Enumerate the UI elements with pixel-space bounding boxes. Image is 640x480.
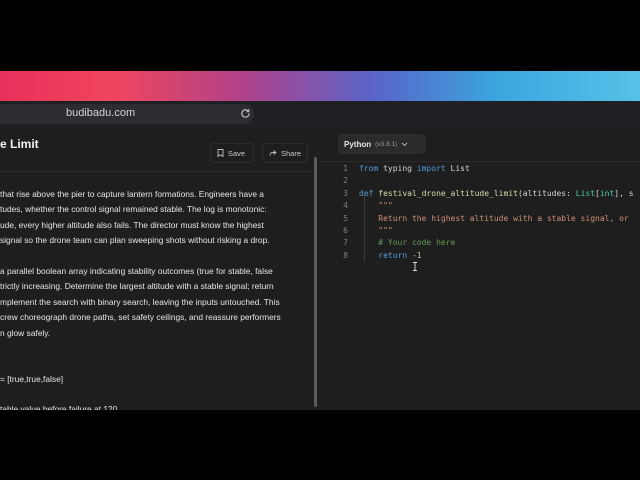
bookmark-icon	[217, 149, 224, 157]
letterbox-bottom	[0, 410, 640, 480]
code-panel: Python (v3.8.1) 1 2 3 4 5 6 7 8 from typ…	[320, 127, 640, 410]
language-version: (v3.8.1)	[375, 140, 398, 148]
keyword: return	[378, 250, 408, 260]
address-bar[interactable]: budibadu.com	[0, 104, 254, 124]
imported-name: List	[445, 164, 470, 173]
description-line: a parallel boolean array indicating stab…	[0, 265, 273, 276]
description-line: that rise above the pier to capture lant…	[0, 189, 264, 199]
desktop-wallpaper	[0, 71, 640, 101]
return-value: -1	[407, 250, 422, 260]
params: (altitudes:	[517, 188, 576, 198]
line-number: 2	[343, 176, 348, 186]
line-number-gutter: 1 2 3 4 5 6 7 8	[320, 163, 348, 262]
save-button[interactable]: Save	[210, 143, 254, 163]
line-number: 4	[343, 201, 348, 211]
header-divider	[0, 171, 312, 172]
module-name: typing	[378, 164, 417, 173]
description-line	[0, 341, 312, 356]
function-name: festival_drone_altitude_limit	[373, 188, 518, 198]
description-scrollbar[interactable]	[314, 157, 317, 407]
editor-toolbar-divider	[320, 161, 640, 162]
keyword: from	[359, 164, 379, 173]
type-name: int	[599, 188, 615, 198]
code-line: """	[359, 201, 393, 211]
description-line: mplement the search with binary search, …	[0, 296, 280, 307]
line-number: 6	[343, 225, 348, 235]
description-line	[0, 356, 312, 371]
problem-title: e Limit	[0, 137, 39, 151]
browser-toolbar: budibadu.com	[0, 101, 640, 127]
keyword: import	[416, 164, 446, 173]
app-window: e Limit Save Share that rise above the p…	[0, 127, 640, 414]
line-number: 8	[343, 250, 348, 260]
code-line: def festival_drone_altitude_limit(altitu…	[359, 188, 640, 200]
text-cursor-icon	[413, 262, 417, 271]
code-editor[interactable]: 1 2 3 4 5 6 7 8 from typing import List …	[320, 163, 640, 410]
share-button[interactable]: Share	[262, 143, 308, 163]
type-name: List	[575, 188, 596, 198]
line-number: 3	[343, 188, 348, 198]
chevron-down-icon	[401, 142, 408, 146]
description-line: signal so the drone team can plan sweepi…	[0, 235, 270, 246]
description-line: trictly increasing. Determine the larges…	[0, 281, 274, 292]
code-line: # Your code here	[359, 238, 456, 248]
letterbox-top	[0, 0, 640, 71]
code-line: """	[359, 225, 393, 235]
description-line: tudes, whether the control signal remain…	[0, 204, 267, 215]
language-name: Python	[344, 139, 372, 149]
description-line	[0, 249, 312, 264]
code-line: from typing import List	[359, 163, 640, 175]
line-number: 7	[343, 238, 348, 248]
params-rest: ], s	[614, 188, 634, 198]
description-line	[0, 387, 312, 402]
code-line: Return the highest altitude with a stabl…	[359, 213, 629, 223]
language-selector[interactable]: Python (v3.8.1)	[338, 134, 426, 154]
description-line: ude, every higher altitude also fails. T…	[0, 219, 264, 230]
share-icon	[269, 150, 277, 156]
problem-panel: e Limit Save Share that rise above the p…	[0, 127, 321, 414]
code-line: return -1	[359, 250, 640, 262]
description-line: = [true,true,false]	[0, 373, 64, 384]
description-line: crew choreograph drone paths, set safety…	[0, 312, 281, 323]
line-number: 1	[343, 164, 348, 173]
url-text: budibadu.com	[66, 107, 136, 119]
code-lines: from typing import List def festival_dro…	[359, 163, 640, 262]
share-label: Share	[280, 148, 301, 158]
problem-description: that rise above the pier to capture lant…	[0, 187, 312, 418]
line-number: 5	[343, 213, 348, 223]
save-label: Save	[228, 148, 246, 158]
keyword: def	[359, 188, 374, 198]
description-line: n glow safely.	[0, 327, 51, 338]
reload-icon[interactable]	[240, 108, 251, 119]
